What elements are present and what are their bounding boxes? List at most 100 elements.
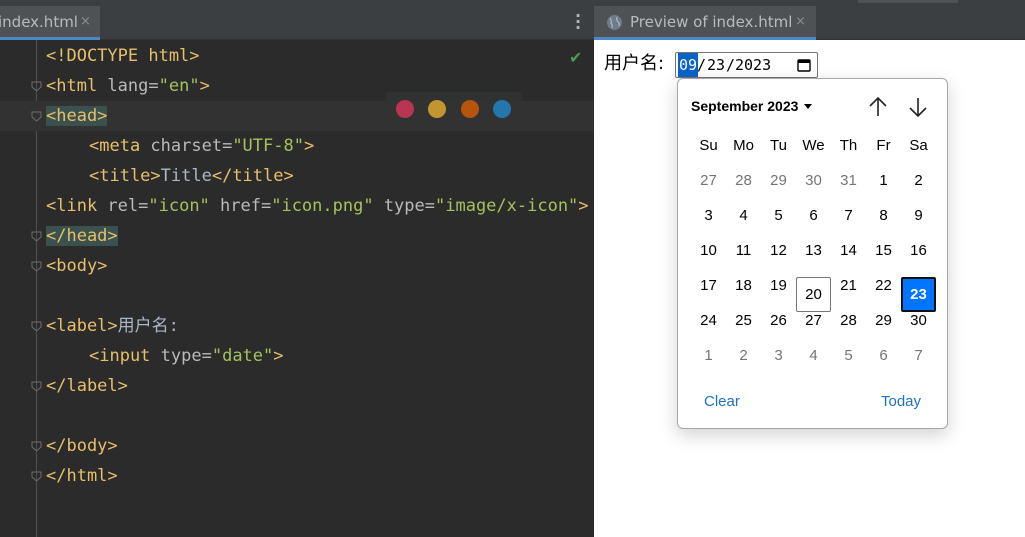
date-month-segment[interactable]: 09 bbox=[678, 53, 699, 77]
fold-marker-icon[interactable] bbox=[31, 441, 42, 452]
calendar-day[interactable]: 7 bbox=[831, 207, 866, 242]
calendar-day[interactable]: 17 bbox=[691, 277, 726, 312]
calendar-day[interactable]: 27 bbox=[796, 312, 831, 347]
chrome-icon[interactable] bbox=[428, 100, 446, 118]
date-separator: / bbox=[697, 56, 707, 74]
calendar-day[interactable]: 2 bbox=[901, 172, 936, 207]
calendar-day[interactable]: 9 bbox=[901, 207, 936, 242]
calendar-day[interactable]: 6 bbox=[796, 207, 831, 242]
calendar-day[interactable]: 22 bbox=[866, 277, 901, 312]
caret-down-icon bbox=[804, 104, 813, 109]
code-line[interactable]: </label> bbox=[0, 371, 594, 401]
calendar-day[interactable]: 19 bbox=[761, 277, 796, 312]
code-line[interactable]: <input type="date"> bbox=[0, 341, 594, 371]
tab-bar-strip bbox=[858, 0, 958, 3]
arrow-down-icon[interactable] bbox=[905, 94, 931, 120]
code-line[interactable]: <link rel="icon" href="icon.png" type="i… bbox=[0, 191, 594, 221]
firefox-icon[interactable] bbox=[461, 100, 479, 118]
calendar-icon[interactable] bbox=[797, 58, 811, 72]
date-day-segment[interactable]: 23 bbox=[707, 53, 725, 77]
month-year-dropdown[interactable]: September 2023 bbox=[691, 98, 813, 114]
calendar-day[interactable]: 5 bbox=[831, 347, 866, 382]
code-token: </body> bbox=[46, 436, 118, 456]
calendar-day[interactable]: 30 bbox=[796, 172, 831, 207]
calendar-day[interactable]: 10 bbox=[691, 242, 726, 277]
arrow-up-icon[interactable] bbox=[865, 94, 891, 120]
calendar-day[interactable]: 7 bbox=[901, 347, 936, 382]
calendar-day[interactable]: 29 bbox=[866, 312, 901, 347]
code-line[interactable]: <!DOCTYPE html> bbox=[0, 41, 594, 71]
today-day[interactable]: 20 bbox=[796, 277, 831, 312]
calendar-day[interactable]: 31 bbox=[831, 172, 866, 207]
code-line[interactable] bbox=[0, 401, 594, 431]
calendar-day[interactable]: 4 bbox=[726, 207, 761, 242]
code-line[interactable]: </head> bbox=[0, 221, 594, 251]
calendar-day[interactable]: 5 bbox=[761, 207, 796, 242]
calendar-day[interactable]: 21 bbox=[831, 277, 866, 312]
calendar-day[interactable]: 1 bbox=[866, 172, 901, 207]
code-line[interactable]: </body> bbox=[0, 431, 594, 461]
today-button[interactable]: Today bbox=[881, 393, 921, 410]
code-line[interactable]: <label>用户名: bbox=[0, 311, 594, 341]
calendar-day[interactable]: 13 bbox=[796, 242, 831, 277]
code-token: lang= bbox=[107, 76, 159, 96]
fold-marker-icon[interactable] bbox=[31, 261, 42, 272]
fold-marker-icon[interactable] bbox=[31, 321, 42, 332]
calendar-day[interactable]: 29 bbox=[761, 172, 796, 207]
preview-tab-bar: Preview of index.html × bbox=[594, 0, 1025, 40]
edge-icon[interactable] bbox=[493, 100, 511, 118]
code-token: rel= bbox=[107, 196, 149, 216]
calendar-day[interactable]: 15 bbox=[866, 242, 901, 277]
code-token: "en" bbox=[158, 76, 200, 96]
code-text: </html> bbox=[46, 461, 118, 491]
date-year-segment[interactable]: 2023 bbox=[735, 53, 771, 77]
calendar-day[interactable]: 4 bbox=[796, 347, 831, 382]
tab-preview[interactable]: Preview of index.html × bbox=[594, 6, 816, 40]
calendar-day[interactable]: 8 bbox=[866, 207, 901, 242]
calendar-day[interactable]: 28 bbox=[831, 312, 866, 347]
tab-close-icon[interactable]: × bbox=[795, 6, 806, 38]
tab-close-icon[interactable]: × bbox=[80, 6, 91, 37]
calendar-day[interactable]: 27 bbox=[691, 172, 726, 207]
date-input[interactable]: 09 / 23 / 2023 bbox=[675, 52, 818, 78]
calendar-day[interactable]: 12 bbox=[761, 242, 796, 277]
calendar-day[interactable]: 3 bbox=[761, 347, 796, 382]
code-line[interactable]: <meta charset="UTF-8"> bbox=[0, 131, 594, 161]
weekday-header: Su bbox=[699, 137, 718, 154]
calendar-day[interactable]: 1 bbox=[691, 347, 726, 382]
code-line[interactable]: </html> bbox=[0, 461, 594, 491]
code-line[interactable]: <body> bbox=[0, 251, 594, 281]
fold-marker-icon[interactable] bbox=[31, 81, 42, 92]
calendar-day[interactable]: 14 bbox=[831, 242, 866, 277]
code-token: <meta bbox=[89, 136, 151, 156]
code-text: <label>用户名: bbox=[46, 311, 179, 341]
clear-button[interactable]: Clear bbox=[704, 393, 740, 410]
fold-marker-icon[interactable] bbox=[31, 231, 42, 242]
calendar-day[interactable]: 2 bbox=[726, 347, 761, 382]
more-options-icon[interactable]: · · · bbox=[571, 8, 585, 36]
fold-marker-icon[interactable] bbox=[31, 111, 42, 122]
selected-day[interactable]: 23 bbox=[901, 277, 936, 312]
code-text: </label> bbox=[46, 371, 128, 401]
calendar-day[interactable]: 18 bbox=[726, 277, 761, 312]
calendar-day[interactable]: 24 bbox=[691, 312, 726, 347]
fold-marker-icon[interactable] bbox=[31, 381, 42, 392]
code-token: Title bbox=[160, 166, 212, 186]
calendar-day[interactable]: 28 bbox=[726, 172, 761, 207]
code-token: > bbox=[199, 76, 210, 96]
code-token: > bbox=[578, 196, 589, 216]
calendar-day[interactable]: 6 bbox=[866, 347, 901, 382]
code-line[interactable] bbox=[0, 281, 594, 311]
calendar-day[interactable]: 11 bbox=[726, 242, 761, 277]
tab-index-html[interactable]: index.html × bbox=[0, 6, 100, 40]
code-line[interactable]: <title>Title</title> bbox=[0, 161, 594, 191]
weekday-header: Th bbox=[839, 137, 858, 154]
calendar-day[interactable]: 25 bbox=[726, 312, 761, 347]
jetbrains-icon[interactable] bbox=[396, 100, 414, 118]
calendar-day[interactable]: 26 bbox=[761, 312, 796, 347]
fold-marker-icon[interactable] bbox=[31, 471, 42, 482]
calendar-day[interactable]: 3 bbox=[691, 207, 726, 242]
calendar-day[interactable]: 16 bbox=[901, 242, 936, 277]
calendar-day[interactable]: 30 bbox=[901, 312, 936, 347]
editor-tab-bar: index.html × · · · bbox=[0, 0, 594, 40]
